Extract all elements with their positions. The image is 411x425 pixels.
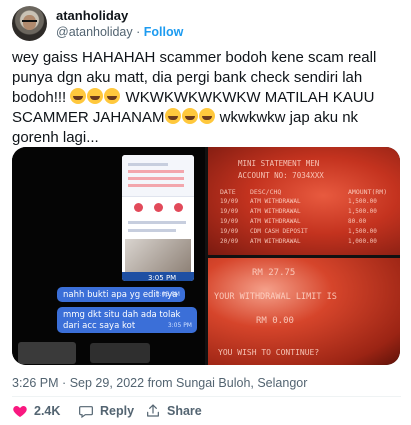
withdrawal-limit-text: YOUR WITHDRAWAL LIMIT IS bbox=[214, 292, 337, 302]
rofl-emoji-icon bbox=[87, 88, 104, 104]
text-line bbox=[128, 177, 184, 180]
media-grid: 3:05 PM nahh bukti apa yg edit nya 3:05 … bbox=[12, 147, 400, 365]
blurred-thumbnail bbox=[18, 342, 76, 364]
rofl-emoji-icon bbox=[198, 108, 215, 124]
tweet-meta: 3:26 PM · Sep 29, 2022 from Sungai Buloh… bbox=[12, 376, 307, 390]
chat-bubble-time: 3:05 PM bbox=[155, 291, 180, 298]
avatar[interactable] bbox=[12, 6, 47, 41]
statement-row-amount: 80.00 bbox=[348, 218, 367, 225]
follow-button[interactable]: Follow bbox=[144, 25, 184, 39]
text-line bbox=[128, 229, 176, 232]
rofl-emoji-icon bbox=[70, 88, 87, 104]
action-bar: 2.4K Reply Share bbox=[12, 401, 401, 421]
rofl-emoji-icon bbox=[181, 108, 198, 124]
withdrawal-continue: YOU WISH TO CONTINUE? bbox=[218, 348, 320, 357]
app-icon bbox=[154, 203, 163, 212]
statement-row-amount: 1,500.00 bbox=[348, 198, 377, 205]
statement-row-date: 19/09 bbox=[220, 198, 239, 205]
statement-row-desc: ATM WITHDRAWAL bbox=[250, 198, 301, 205]
app-header bbox=[122, 155, 194, 197]
chat-bubble: mmg dkt situ dah ada tolak dari acc saya… bbox=[57, 307, 197, 333]
share-button[interactable]: Share bbox=[145, 401, 202, 421]
avatar-glasses bbox=[22, 20, 37, 24]
tweet-date[interactable]: Sep 29, 2022 bbox=[70, 376, 144, 390]
statement-row-desc: ATM WITHDRAWAL bbox=[250, 208, 301, 215]
separator-dot: · bbox=[62, 376, 67, 390]
heart-icon bbox=[13, 406, 27, 417]
statement-row-desc: ATM WITHDRAWAL bbox=[250, 218, 301, 225]
chat-screenshot-image[interactable]: 3:05 PM nahh bukti apa yg edit nya 3:05 … bbox=[12, 147, 205, 365]
reply-label: Reply bbox=[100, 404, 135, 418]
blurred-thumbnail bbox=[90, 343, 150, 363]
app-icon bbox=[134, 203, 143, 212]
statement-row-date: 19/09 bbox=[220, 228, 239, 235]
separator-dot: · bbox=[136, 25, 141, 39]
display-name[interactable]: atanholiday bbox=[56, 8, 128, 23]
share-label: Share bbox=[167, 404, 202, 418]
rofl-emoji-icon bbox=[104, 88, 121, 104]
tweet-text: wey gaiss HAHAHAH scammer bodoh kene sca… bbox=[12, 48, 404, 148]
statement-row-date: 19/09 bbox=[220, 218, 239, 225]
statement-title: MINI STATEMENT MEN bbox=[238, 159, 320, 168]
like-button[interactable]: 2.4K bbox=[12, 401, 60, 421]
chat-bubble: nahh bukti apa yg edit nya 3:05 PM bbox=[57, 287, 185, 302]
tweet-time[interactable]: 3:26 PM bbox=[12, 376, 59, 390]
reply-icon bbox=[79, 406, 93, 419]
chat-bubble-time: 3:05 PM bbox=[167, 322, 192, 329]
text-line bbox=[128, 170, 184, 173]
statement-row-amount: 1,000.00 bbox=[348, 238, 377, 245]
statement-row-amount: 1,500.00 bbox=[348, 228, 377, 235]
reply-button[interactable]: Reply bbox=[78, 401, 134, 421]
handle-row: @atanholiday · Follow bbox=[56, 25, 183, 39]
statement-row-date: 20/09 bbox=[220, 238, 239, 245]
photo-thumbnail bbox=[125, 239, 191, 275]
withdrawal-limit-image[interactable]: RM 27.75 YOUR WITHDRAWAL LIMIT IS RM 0.0… bbox=[208, 258, 400, 365]
tweet-location: from Sungai Buloh, Selangor bbox=[147, 376, 308, 390]
time-chip: 3:05 PM bbox=[148, 274, 177, 282]
withdrawal-zero: RM 0.00 bbox=[256, 316, 294, 326]
mini-statement-image[interactable]: MINI STATEMENT MEN ACCOUNT NO: 7034XXX D… bbox=[208, 147, 400, 255]
banking-app-screenshot bbox=[122, 155, 194, 281]
text-line bbox=[128, 163, 168, 166]
text-line bbox=[128, 184, 184, 187]
user-handle[interactable]: @atanholiday bbox=[56, 25, 133, 39]
app-icon bbox=[174, 203, 183, 212]
statement-account: ACCOUNT NO: 7034XXX bbox=[238, 171, 324, 180]
text-line bbox=[128, 221, 186, 224]
statement-row-date: 19/09 bbox=[220, 208, 239, 215]
share-icon bbox=[147, 404, 159, 417]
tweet-header: atanholiday @atanholiday · Follow bbox=[12, 6, 401, 42]
rofl-emoji-icon bbox=[164, 108, 181, 124]
statement-header-date: DATE bbox=[220, 188, 236, 196]
statement-header-amount: AMOUNT(RM) bbox=[348, 188, 388, 196]
like-count: 2.4K bbox=[34, 404, 61, 418]
divider bbox=[12, 396, 401, 397]
statement-row-desc: CDM CASH DEPOSIT bbox=[250, 228, 308, 235]
statement-header-desc: DESC/CHQ bbox=[250, 188, 282, 196]
chat-bubble-text: mmg dkt situ dah ada tolak dari acc saya… bbox=[63, 310, 181, 331]
statement-row-amount: 1,500.00 bbox=[348, 208, 377, 215]
statement-row-desc: ATM WITHDRAWAL bbox=[250, 238, 301, 245]
withdrawal-amount: RM 27.75 bbox=[252, 268, 296, 278]
